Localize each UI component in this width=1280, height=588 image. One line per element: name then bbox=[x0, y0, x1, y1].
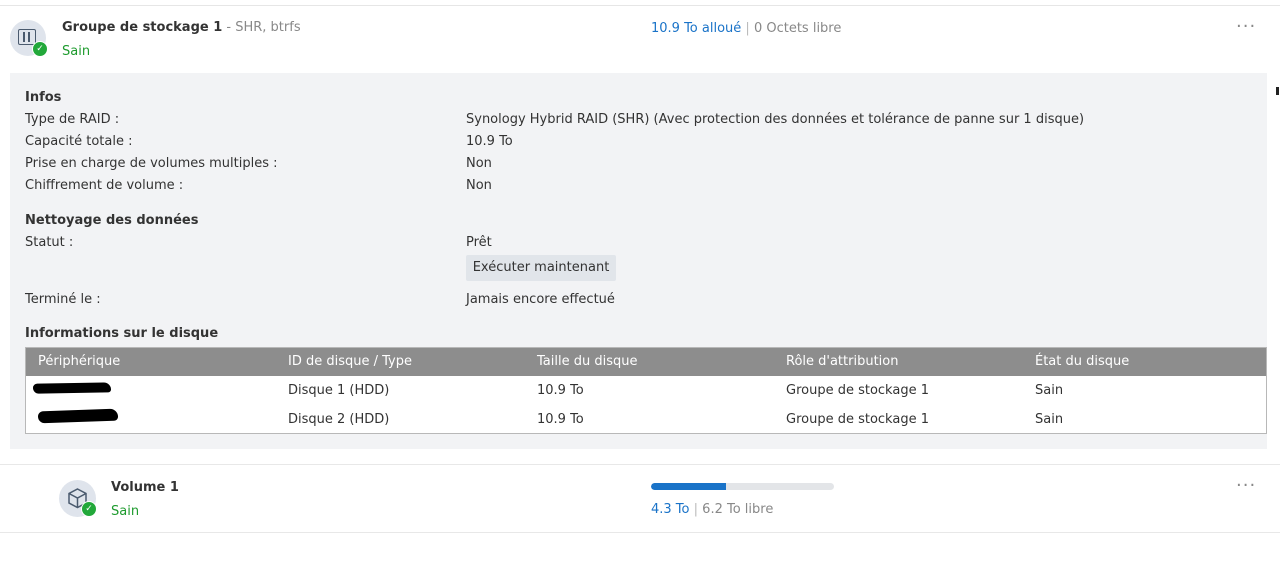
pool-title: Groupe de stockage 1 - SHR, btrfs bbox=[62, 20, 301, 35]
divider bbox=[0, 464, 1280, 465]
pool-more-icon[interactable]: ··· bbox=[1236, 18, 1256, 36]
pool-status: Sain bbox=[62, 44, 91, 59]
scrub-status-label: Statut : bbox=[25, 235, 74, 250]
cursor-fragment bbox=[1276, 87, 1279, 95]
scrub-done-label: Terminé le : bbox=[25, 292, 101, 307]
volume-usage-fill bbox=[651, 483, 727, 490]
redacted-device-1 bbox=[32, 382, 112, 394]
raid-type-label: Type de RAID : bbox=[25, 112, 120, 127]
volume-separator: | bbox=[693, 502, 699, 517]
multi-volume-value: Non bbox=[466, 156, 492, 171]
run-now-button[interactable]: Exécuter maintenant bbox=[466, 255, 616, 281]
disk-state: Sain bbox=[1035, 412, 1064, 427]
pool-separator: | bbox=[745, 21, 750, 36]
pool-free: 0 Octets libre bbox=[753, 21, 842, 36]
volume-free: 6.2 To libre bbox=[702, 502, 774, 517]
column-device[interactable]: Périphérique bbox=[38, 354, 120, 369]
volume-title: Volume 1 bbox=[111, 480, 179, 495]
pool-allocated: 10.9 To alloué bbox=[651, 21, 742, 36]
disk-role: Groupe de stockage 1 bbox=[786, 383, 929, 398]
top-divider bbox=[0, 5, 1280, 6]
storage-pool-icon: ✓ bbox=[10, 20, 48, 57]
disk-id: Disque 2 (HDD) bbox=[288, 412, 390, 427]
capacity-value: 10.9 To bbox=[466, 134, 513, 149]
disk-table-header: Périphérique ID de disque / Type Taille … bbox=[26, 348, 1266, 376]
check-icon: ✓ bbox=[81, 501, 97, 517]
disk-table: Périphérique ID de disque / Type Taille … bbox=[25, 347, 1267, 434]
multi-volume-label: Prise en charge de volumes multiples : bbox=[25, 156, 278, 171]
volume-status: Sain bbox=[111, 504, 140, 519]
scrub-done-value: Jamais encore effectué bbox=[466, 292, 615, 307]
pool-subtitle: - SHR, btrfs bbox=[222, 20, 301, 35]
capacity-label: Capacité totale : bbox=[25, 134, 133, 149]
divider bbox=[0, 532, 1280, 533]
volume-cube-icon: ✓ bbox=[59, 480, 97, 517]
check-icon: ✓ bbox=[32, 41, 48, 57]
volume-usage: 4.3 To | 6.2 To libre bbox=[651, 502, 773, 517]
volume-usage-bar bbox=[651, 483, 834, 490]
volume-more-icon[interactable]: ··· bbox=[1236, 477, 1256, 495]
infos-heading: Infos bbox=[25, 90, 62, 105]
column-state[interactable]: État du disque bbox=[1035, 354, 1129, 369]
disk-role: Groupe de stockage 1 bbox=[786, 412, 929, 427]
column-disk-id[interactable]: ID de disque / Type bbox=[288, 354, 412, 369]
encryption-value: Non bbox=[466, 178, 492, 193]
disk-size: 10.9 To bbox=[537, 412, 584, 427]
column-size[interactable]: Taille du disque bbox=[537, 354, 637, 369]
raid-type-value: Synology Hybrid RAID (SHR) (Avec protect… bbox=[466, 112, 1085, 127]
disk-size: 10.9 To bbox=[537, 383, 584, 398]
disk-id: Disque 1 (HDD) bbox=[288, 383, 390, 398]
pool-name: Groupe de stockage 1 bbox=[62, 20, 223, 35]
disk-info-heading: Informations sur le disque bbox=[25, 326, 219, 341]
disk-state: Sain bbox=[1035, 383, 1064, 398]
volume-used: 4.3 To bbox=[651, 502, 690, 517]
scrub-heading: Nettoyage des données bbox=[25, 213, 199, 228]
scrub-status-value: Prêt bbox=[466, 235, 492, 250]
pool-usage: 10.9 To alloué | 0 Octets libre bbox=[651, 21, 841, 36]
encryption-label: Chiffrement de volume : bbox=[25, 178, 184, 193]
column-role[interactable]: Rôle d'attribution bbox=[786, 354, 898, 369]
